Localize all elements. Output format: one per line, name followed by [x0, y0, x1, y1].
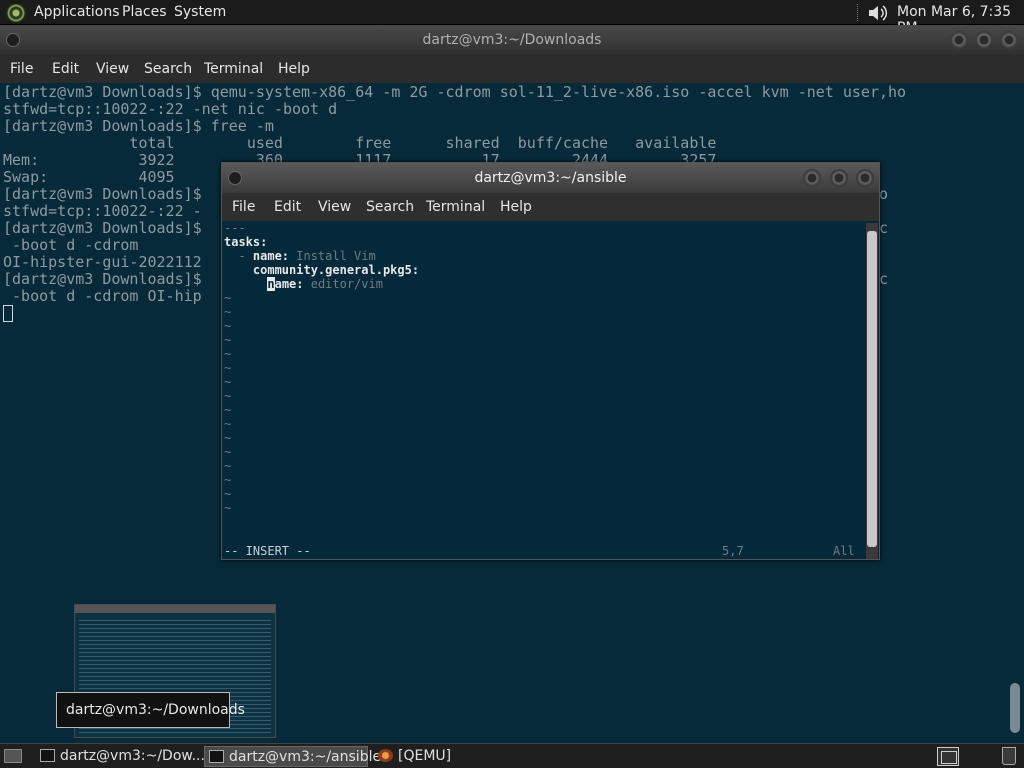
vim-empty-line: ~	[224, 361, 232, 375]
yaml-key-name: name:	[252, 249, 290, 263]
vim-empty-line: ~	[224, 347, 232, 361]
window-title: dartz@vm3:~/Downloads	[422, 32, 602, 48]
vim-empty-line: ~	[224, 291, 232, 305]
window-titlebar[interactable]: dartz@vm3:~/ansible	[222, 163, 879, 193]
vim-empty-line: ~	[224, 431, 232, 445]
taskbar-item-label: dartz@vm3:~/ansible	[229, 749, 382, 765]
menu-help[interactable]: Help	[500, 199, 532, 215]
show-desktop-icon[interactable]	[4, 749, 22, 763]
close-icon[interactable]	[856, 169, 874, 187]
vim-empty-line: ~	[224, 375, 232, 389]
trash-icon[interactable]	[1002, 747, 1016, 765]
minimize-icon[interactable]	[803, 169, 821, 187]
menubar: File Edit View Search Terminal Help	[0, 55, 1024, 83]
terminal-icon	[40, 749, 55, 762]
menu-terminal[interactable]: Terminal	[204, 61, 263, 77]
panel-separator	[857, 4, 859, 21]
vim-empty-line: ~	[224, 403, 232, 417]
menu-search[interactable]: Search	[144, 61, 192, 77]
taskbar-item-label: dartz@vm3:~/Dow...	[60, 748, 205, 764]
window-menu-icon[interactable]	[228, 171, 242, 185]
vim-empty-line: ~	[224, 417, 232, 431]
vim-empty-line: ~	[224, 445, 232, 459]
yaml-key-module: community.general.pkg5:	[252, 263, 420, 277]
vim-empty-line: ~	[224, 459, 232, 473]
yaml-key-tasks: tasks:	[224, 235, 268, 249]
minimize-icon[interactable]	[950, 31, 968, 49]
maximize-icon[interactable]	[830, 169, 848, 187]
scrollbar-thumb[interactable]	[1010, 683, 1020, 733]
volume-icon[interactable]	[867, 3, 889, 23]
terminal-cursor	[3, 305, 13, 322]
close-icon[interactable]	[1000, 31, 1018, 49]
window-title: dartz@vm3:~/ansible	[474, 170, 627, 186]
top-panel: Applications Places System Mon Mar 6, 7:…	[0, 0, 1024, 36]
distro-logo-icon[interactable]	[6, 3, 26, 23]
vim-empty-line: ~	[224, 333, 232, 347]
terminal-scrollbar[interactable]	[1008, 83, 1022, 743]
taskbar-item-downloads[interactable]: dartz@vm3:~/Dow...	[36, 746, 205, 767]
menubar: File Edit View Search Terminal Help	[222, 193, 879, 221]
vim-cursor: n	[267, 277, 275, 291]
menu-edit[interactable]: Edit	[52, 61, 79, 77]
yaml-doc-start: ---	[224, 221, 246, 235]
vim-empty-line: ~	[224, 487, 232, 501]
terminal-line: [dartz@vm3 Downloads]$ free -m	[3, 117, 274, 135]
yaml-key-inner-name: ame:	[274, 277, 304, 291]
workspace-switcher-icon[interactable]	[937, 747, 959, 766]
menu-file[interactable]: File	[10, 61, 33, 77]
vim-empty-line: ~	[224, 319, 232, 333]
menu-view[interactable]: View	[318, 199, 351, 215]
window-menu-icon[interactable]	[6, 33, 20, 47]
taskbar-item-ansible[interactable]: dartz@vm3:~/ansible	[204, 746, 381, 767]
vim-editor[interactable]: --- tasks: - name: Install Vim community.…	[224, 221, 866, 559]
window-titlebar[interactable]: dartz@vm3:~/Downloads	[0, 25, 1024, 55]
vim-statusline: -- INSERT -- 5,7 All	[224, 544, 866, 558]
menu-view[interactable]: View	[96, 61, 129, 77]
menu-edit[interactable]: Edit	[274, 199, 301, 215]
vim-cursor-position: 5,7	[722, 544, 744, 558]
applications-menu[interactable]: Applications	[34, 4, 120, 20]
terminal-line: [dartz@vm3 Downloads]$ qemu-system-x86_6…	[3, 83, 907, 101]
terminal-line: stfwd=tcp::10022-:22 -net nic -boot d	[3, 100, 338, 118]
menu-search[interactable]: Search	[366, 199, 414, 215]
ansible-scrollbar[interactable]	[866, 223, 878, 559]
scrollbar-thumb[interactable]	[867, 231, 877, 547]
yaml-value-pkg: editor/vim	[303, 277, 383, 291]
vim-empty-line: ~	[224, 389, 232, 403]
taskbar-item-label: [QEMU]	[398, 748, 452, 764]
vim-empty-line: ~	[224, 305, 232, 319]
maximize-icon[interactable]	[975, 31, 993, 49]
thumbnail-titlebar	[75, 605, 275, 613]
places-menu[interactable]: Places	[122, 4, 167, 20]
system-menu[interactable]: System	[174, 4, 226, 20]
taskbar-tooltip: dartz@vm3:~/Downloads	[56, 692, 245, 728]
qemu-icon	[378, 749, 393, 762]
terminal-line: total used free shared buff/cache availa…	[3, 134, 717, 152]
vim-empty-line: ~	[224, 501, 232, 515]
menu-terminal[interactable]: Terminal	[426, 199, 485, 215]
yaml-value-name: Install Vim	[289, 249, 376, 263]
menu-file[interactable]: File	[232, 199, 255, 215]
taskbar-item-qemu[interactable]: [QEMU]	[374, 746, 464, 767]
bottom-taskbar: dartz@vm3:~/Dow... dartz@vm3:~/ansible […	[0, 743, 1024, 768]
terminal-window-ansible: dartz@vm3:~/ansible File Edit View Searc…	[221, 162, 880, 560]
vim-empty-line: ~	[224, 473, 232, 487]
vim-mode: -- INSERT --	[224, 544, 311, 558]
yaml-list-dash: -	[238, 249, 253, 263]
menu-help[interactable]: Help	[278, 61, 310, 77]
terminal-icon	[209, 750, 224, 763]
vim-scroll-indicator: All	[833, 544, 855, 558]
